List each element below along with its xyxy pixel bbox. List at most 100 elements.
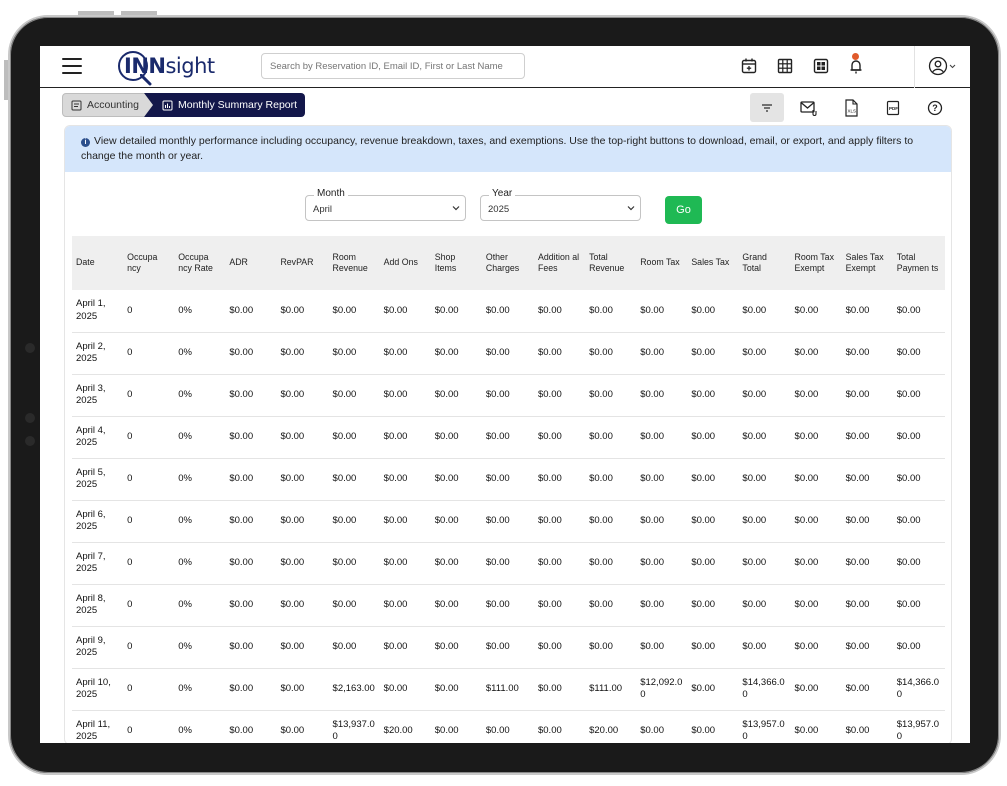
table-cell: $0.00 [636, 416, 688, 459]
table-cell: 0% [174, 668, 226, 711]
search-input[interactable] [261, 53, 525, 79]
table-cell: $0.00 [533, 584, 586, 627]
column-header: Sales Tax Exempt [841, 236, 893, 290]
table-cell: $0.00 [738, 500, 791, 543]
table-cell: $0.00 [225, 542, 277, 585]
table-cell: 0 [123, 542, 175, 585]
table-row: April 7, 2025 0 0% $0.00 $0.00 $0.00 $0.00 $0.0… [72, 542, 945, 585]
column-header: Grand Total [738, 236, 791, 290]
table-cell: $0.00 [276, 710, 329, 743]
table-cell: $2,163.00 [328, 668, 380, 711]
magnifier-handle-icon [140, 74, 152, 86]
table-cell: $0.00 [585, 458, 637, 501]
table-row: April 4, 2025 0 0% $0.00 $0.00 $0.00 $0.00 $0.0… [72, 416, 945, 459]
table-cell: $0.00 [430, 626, 482, 669]
help-button[interactable]: ? [918, 93, 952, 122]
table-cell: $0.00 [841, 710, 893, 743]
menu-icon[interactable] [62, 58, 82, 74]
table-cell: 0 [123, 626, 175, 669]
column-header: Total Revenue [585, 236, 637, 290]
innsight-logo[interactable]: INNsight [118, 49, 215, 86]
table-cell: 0 [123, 710, 175, 743]
breadcrumb-current-label: Monthly Summary Report [178, 99, 298, 111]
table-cell: $13,957.0 0 [738, 710, 791, 743]
table-cell: April 10, 2025 [72, 668, 124, 711]
table-cell: $0.00 [379, 626, 431, 669]
calendar-add-icon[interactable] [740, 57, 758, 75]
table-row: April 2, 2025 0 0% $0.00 $0.00 $0.00 $0.00 $0.0… [72, 332, 945, 375]
table-cell: 0% [174, 542, 226, 585]
table-cell: $0.00 [225, 374, 277, 417]
table-cell: $0.00 [481, 626, 534, 669]
table-cell: $0.00 [687, 542, 739, 585]
app-screen: INNsight Accounting Monthly Summary Rep [40, 46, 970, 743]
table-cell: $0.00 [585, 290, 637, 333]
table-cell: $0.00 [841, 374, 893, 417]
table-cell: $20.00 [379, 710, 431, 743]
table-cell: $0.00 [892, 332, 945, 375]
breadcrumb-current[interactable]: Monthly Summary Report [144, 93, 305, 117]
table-cell: $0.00 [481, 584, 534, 627]
table-cell: $0.00 [379, 542, 431, 585]
table-cell: $0.00 [276, 584, 329, 627]
table-cell: $0.00 [892, 542, 945, 585]
export-pdf-button[interactable]: PDF [876, 93, 910, 122]
email-button[interactable] [792, 93, 826, 122]
table-cell: April 6, 2025 [72, 500, 124, 543]
table-cell: $0.00 [430, 710, 482, 743]
table-cell: $0.00 [328, 584, 380, 627]
table-cell: $0.00 [687, 290, 739, 333]
table-cell: $0.00 [430, 416, 482, 459]
sensor-dot [25, 413, 35, 423]
table-cell: $0.00 [892, 374, 945, 417]
go-button[interactable]: Go [665, 196, 702, 224]
table-cell: $0.00 [841, 332, 893, 375]
table-cell: $0.00 [841, 500, 893, 543]
table-cell: April 5, 2025 [72, 458, 124, 501]
breadcrumb-accounting[interactable]: Accounting [62, 93, 146, 117]
column-header: ADR [225, 236, 277, 290]
table-cell: $13,937.0 0 [328, 710, 380, 743]
table-row: April 8, 2025 0 0% $0.00 $0.00 $0.00 $0.00 $0.0… [72, 584, 945, 627]
table-cell: $0.00 [328, 500, 380, 543]
table-cell: $0.00 [225, 458, 277, 501]
table-cell: $0.00 [738, 542, 791, 585]
table-cell: $0.00 [481, 458, 534, 501]
table-cell: $0.00 [481, 332, 534, 375]
month-select[interactable]: Month April [305, 188, 466, 221]
table-cell: $0.00 [636, 374, 688, 417]
table-cell: $0.00 [790, 458, 842, 501]
table-cell: $111.00 [585, 668, 637, 711]
dashboard-icon[interactable] [812, 57, 830, 75]
tablet-top-button [78, 11, 114, 15]
table-cell: $0.00 [379, 332, 431, 375]
table-cell: $0.00 [379, 290, 431, 333]
table-cell: $0.00 [225, 584, 277, 627]
help-icon: ? [927, 100, 943, 115]
grid-icon[interactable] [776, 57, 794, 75]
table-cell: April 1, 2025 [72, 290, 124, 333]
table-cell: $0.00 [790, 332, 842, 375]
logo-light-text: sight [165, 54, 215, 78]
table-cell: $0.00 [585, 374, 637, 417]
year-select[interactable]: Year 2025 [480, 188, 641, 221]
table-header-row: Date Occupa ncy Occupa ncy Rate ADR RevPAR Ro… [72, 236, 945, 290]
table-cell: $0.00 [225, 332, 277, 375]
table-cell: $0.00 [585, 332, 637, 375]
filter-icon [762, 103, 772, 112]
table-cell: $0.00 [841, 668, 893, 711]
column-header: Addition al Fees [533, 236, 586, 290]
table-cell: 0 [123, 374, 175, 417]
filter-button[interactable] [750, 93, 784, 122]
table-cell: $0.00 [481, 374, 534, 417]
year-value: 2025 [488, 204, 510, 215]
table-cell: 0 [123, 332, 175, 375]
table-cell: 0 [123, 458, 175, 501]
table-cell: $0.00 [636, 458, 688, 501]
table-cell: $0.00 [533, 710, 586, 743]
table-row: April 5, 2025 0 0% $0.00 $0.00 $0.00 $0.00 $0.0… [72, 458, 945, 501]
table-cell: $0.00 [481, 710, 534, 743]
table-cell: $0.00 [687, 416, 739, 459]
user-menu-icon[interactable] [928, 56, 958, 76]
export-xls-button[interactable]: XLS [834, 93, 868, 122]
